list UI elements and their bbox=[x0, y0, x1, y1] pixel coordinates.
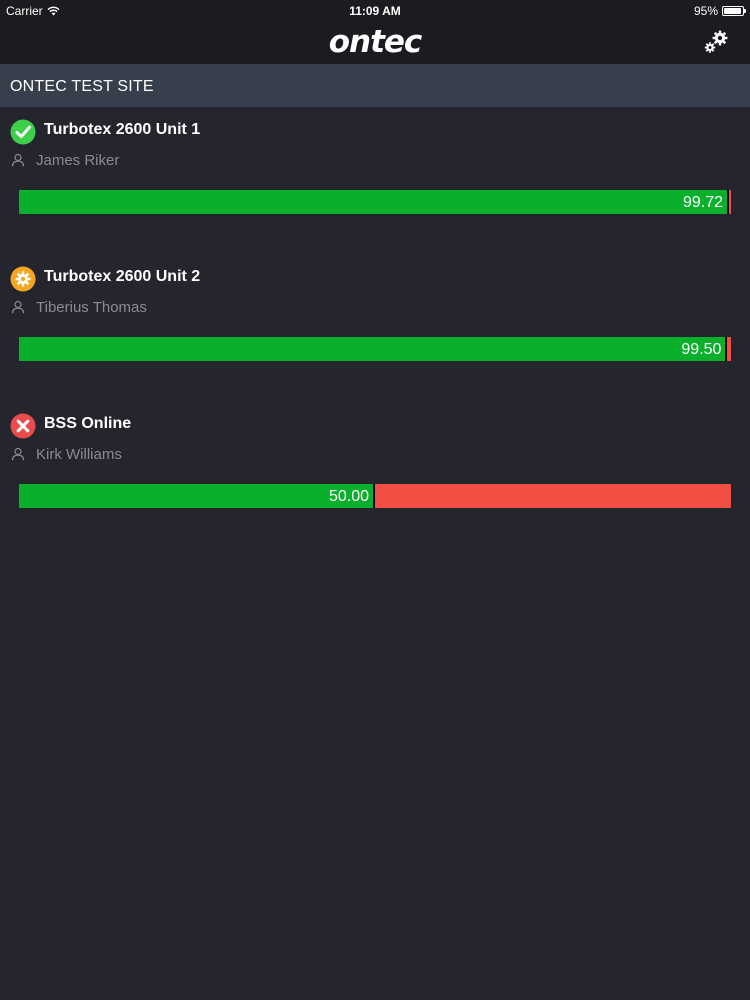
user-icon bbox=[11, 447, 25, 461]
item-assignee: James Riker bbox=[36, 152, 120, 169]
performance-good-segment: 99.50 bbox=[19, 337, 728, 361]
performance-good-segment: 99.72 bbox=[19, 190, 729, 214]
performance-bad-segment bbox=[375, 484, 731, 508]
performance-bad-segment bbox=[727, 337, 731, 361]
performance-bar: 50.00 bbox=[19, 484, 731, 508]
performance-bar: 99.50 bbox=[19, 337, 731, 361]
status-bar: Carrier 11:09 AM 95% bbox=[0, 0, 750, 22]
app-logo: ontec bbox=[328, 24, 423, 60]
performance-value: 99.72 bbox=[682, 194, 723, 211]
item-assignee: Tiberius Thomas bbox=[36, 299, 147, 316]
item-assignee: Kirk Williams bbox=[36, 446, 122, 463]
settings-button[interactable] bbox=[702, 28, 730, 56]
battery-icon bbox=[722, 6, 746, 16]
gears-icon bbox=[704, 30, 728, 53]
performance-bad-segment bbox=[729, 190, 731, 214]
list-item[interactable]: Turbotex 2600 Unit 1 James Riker 99.72 bbox=[0, 107, 750, 254]
x-circle-icon bbox=[10, 413, 36, 439]
equipment-list: Turbotex 2600 Unit 1 James Riker 99.72 T… bbox=[0, 107, 750, 548]
item-title: BSS Online bbox=[44, 415, 132, 432]
site-header: ONTEC TEST SITE bbox=[0, 64, 750, 107]
performance-good-segment: 50.00 bbox=[19, 484, 375, 508]
battery-indicator: 95% bbox=[693, 4, 746, 18]
check-circle-icon bbox=[10, 119, 36, 145]
item-title: Turbotex 2600 Unit 1 bbox=[44, 121, 201, 138]
clock: 11:09 AM bbox=[349, 4, 401, 18]
navigation-bar: ontec bbox=[0, 22, 750, 64]
performance-value: 50.00 bbox=[328, 488, 369, 505]
performance-bar: 99.72 bbox=[19, 190, 731, 214]
battery-fill bbox=[724, 8, 742, 14]
list-item[interactable]: BSS Online Kirk Williams 50.00 bbox=[0, 401, 750, 548]
user-icon bbox=[11, 300, 25, 314]
item-title: Turbotex 2600 Unit 2 bbox=[44, 268, 201, 285]
list-item[interactable]: Turbotex 2600 Unit 2 Tiberius Thomas 99.… bbox=[0, 254, 750, 401]
gear-warning-icon bbox=[10, 266, 36, 292]
performance-value: 99.50 bbox=[681, 341, 722, 358]
user-icon bbox=[11, 153, 25, 167]
battery-percent: 95% bbox=[693, 4, 718, 18]
